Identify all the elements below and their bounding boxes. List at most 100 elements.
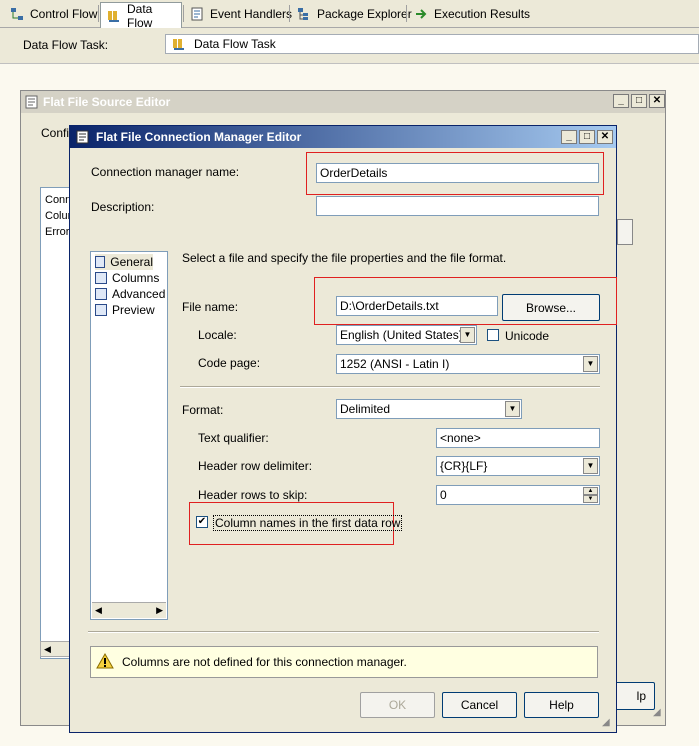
unicode-label: Unicode xyxy=(505,329,550,343)
ok-button[interactable]: OK xyxy=(360,692,435,718)
configure-label: Confi xyxy=(41,126,70,140)
editor-icon xyxy=(76,130,90,144)
general-icon xyxy=(95,256,106,268)
package-explorer-icon xyxy=(297,7,311,21)
text-qualifier-input[interactable]: <none> xyxy=(436,428,600,448)
close-button[interactable]: ✕ xyxy=(649,94,665,108)
scroll-right-icon[interactable]: ▶ xyxy=(156,603,163,617)
stepper-up-icon[interactable]: ▲ xyxy=(583,487,598,495)
tab-label: Package Explorer xyxy=(317,7,412,21)
nav-label: Columns xyxy=(112,271,160,285)
advanced-icon xyxy=(95,288,107,300)
columns-icon xyxy=(95,272,107,284)
stepper-down-icon[interactable]: ▼ xyxy=(583,495,598,503)
tab-control-flow[interactable]: Control Flow xyxy=(4,2,103,26)
nav-item-general[interactable]: General xyxy=(95,254,153,270)
locale-label: Locale: xyxy=(198,328,237,342)
source-editor-titlebar: Flat File Source Editor xyxy=(21,91,665,113)
tab-event-handlers[interactable]: Event Handlers xyxy=(184,2,298,26)
chevron-down-icon[interactable]: ▼ xyxy=(583,458,598,474)
data-flow-icon xyxy=(107,9,121,23)
file-name-input[interactable]: D:\OrderDetails.txt xyxy=(336,296,498,316)
header-row-delimiter-label: Header row delimiter: xyxy=(198,459,313,473)
data-flow-task-value: Data Flow Task xyxy=(194,37,276,51)
code-page-select[interactable]: 1252 (ANSI - Latin I) ▼ xyxy=(336,354,600,374)
browse-button[interactable]: Browse... xyxy=(502,294,600,321)
tab-label: Event Handlers xyxy=(210,7,293,21)
browse-button-label: Browse... xyxy=(525,300,576,315)
page-navigation-list: General Columns Advanced Preview ◀ ▶ xyxy=(90,251,168,620)
intro-text: Select a file and specify the file prope… xyxy=(182,251,507,265)
format-value: Delimited xyxy=(340,402,391,416)
locale-value: English (United States) xyxy=(340,328,463,342)
tab-label: Execution Results xyxy=(434,7,531,21)
minimize-button[interactable]: _ xyxy=(613,94,629,108)
flat-file-connection-manager-editor: Flat File Connection Manager Editor _ □ … xyxy=(69,125,617,733)
chevron-down-icon[interactable]: ▼ xyxy=(505,401,520,417)
description-label: Description: xyxy=(91,200,155,214)
file-name-label: File name: xyxy=(182,300,239,314)
nav-scrollbar[interactable]: ◀ ▶ xyxy=(92,602,166,618)
header-rows-skip-value: 0 xyxy=(440,488,447,502)
warning-icon xyxy=(96,652,114,672)
stepper-buttons[interactable]: ▲ ▼ xyxy=(583,487,598,503)
maximize-button[interactable]: □ xyxy=(579,130,595,144)
header-row-delimiter-value: {CR}{LF} xyxy=(440,459,488,473)
cancel-button[interactable]: Cancel xyxy=(442,692,517,718)
chevron-down-icon[interactable]: ▼ xyxy=(583,356,598,372)
ok-button-label: OK xyxy=(388,698,407,712)
close-button[interactable]: ✕ xyxy=(597,130,613,144)
warning-text: Columns are not defined for this connect… xyxy=(122,655,407,669)
text-qualifier-value: <none> xyxy=(440,431,481,445)
tab-label: Control Flow xyxy=(30,7,98,21)
scroll-left-icon[interactable]: ◀ xyxy=(95,603,102,617)
locale-select[interactable]: English (United States) ▼ xyxy=(336,325,477,345)
header-rows-skip-stepper[interactable]: 0 ▲ ▼ xyxy=(436,485,600,505)
description-input[interactable] xyxy=(316,196,599,216)
nav-label: Advanced xyxy=(112,287,166,301)
data-flow-task-label: Data Flow Task: xyxy=(23,38,109,52)
format-select[interactable]: Delimited ▼ xyxy=(336,399,522,419)
nav-item-columns[interactable]: Columns xyxy=(95,270,167,286)
header-row-delimiter-select[interactable]: {CR}{LF} ▼ xyxy=(436,456,600,476)
warning-bar: Columns are not defined for this connect… xyxy=(90,646,598,678)
data-flow-task-selector[interactable]: Data Flow Task xyxy=(165,34,699,54)
nav-item-preview[interactable]: Preview xyxy=(95,302,167,318)
unicode-checkbox[interactable] xyxy=(487,329,499,341)
tab-data-flow[interactable]: Data Flow xyxy=(100,1,182,30)
connection-editor-title: Flat File Connection Manager Editor xyxy=(96,130,302,144)
column-names-checkbox[interactable]: ✔ xyxy=(196,516,208,528)
back-dialog-button[interactable] xyxy=(617,219,633,245)
resize-grip-icon[interactable]: ◢ xyxy=(653,707,661,718)
nav-label: General xyxy=(110,255,153,269)
connection-editor-titlebar: Flat File Connection Manager Editor xyxy=(70,126,616,148)
connection-name-value: OrderDetails xyxy=(320,166,388,180)
data-flow-icon xyxy=(172,37,186,51)
help-button[interactable]: Help xyxy=(524,692,599,718)
preview-icon xyxy=(95,304,107,316)
nav-item-advanced[interactable]: Advanced xyxy=(95,286,167,302)
chevron-down-icon[interactable]: ▼ xyxy=(460,327,475,343)
help-button-label: lp xyxy=(636,689,646,703)
text-qualifier-label: Text qualifier: xyxy=(198,431,269,445)
editor-icon xyxy=(25,95,39,109)
minimize-button[interactable]: _ xyxy=(561,130,577,144)
designer-tab-bar: Control Flow Data Flow Event Handlers Pa… xyxy=(0,0,699,30)
help-button-label: Help xyxy=(549,698,574,712)
connection-name-input[interactable]: OrderDetails xyxy=(316,163,599,183)
section-divider xyxy=(88,631,599,633)
tab-label: Data Flow xyxy=(127,1,153,30)
tab-package-explorer[interactable]: Package Explorer xyxy=(291,2,418,26)
connection-name-label: Connection manager name: xyxy=(91,165,240,179)
event-handlers-icon xyxy=(190,7,204,21)
file-name-value: D:\OrderDetails.txt xyxy=(340,299,439,313)
tab-execution-results[interactable]: Execution Results xyxy=(408,2,536,26)
section-divider xyxy=(180,386,600,388)
source-editor-title: Flat File Source Editor xyxy=(43,95,171,109)
maximize-button[interactable]: □ xyxy=(631,94,647,108)
resize-grip-icon[interactable]: ◢ xyxy=(602,717,610,728)
column-names-label: Column names in the first data row xyxy=(213,515,403,531)
code-page-value: 1252 (ANSI - Latin I) xyxy=(340,357,450,371)
code-page-label: Code page: xyxy=(198,356,261,370)
control-flow-icon xyxy=(10,7,24,21)
